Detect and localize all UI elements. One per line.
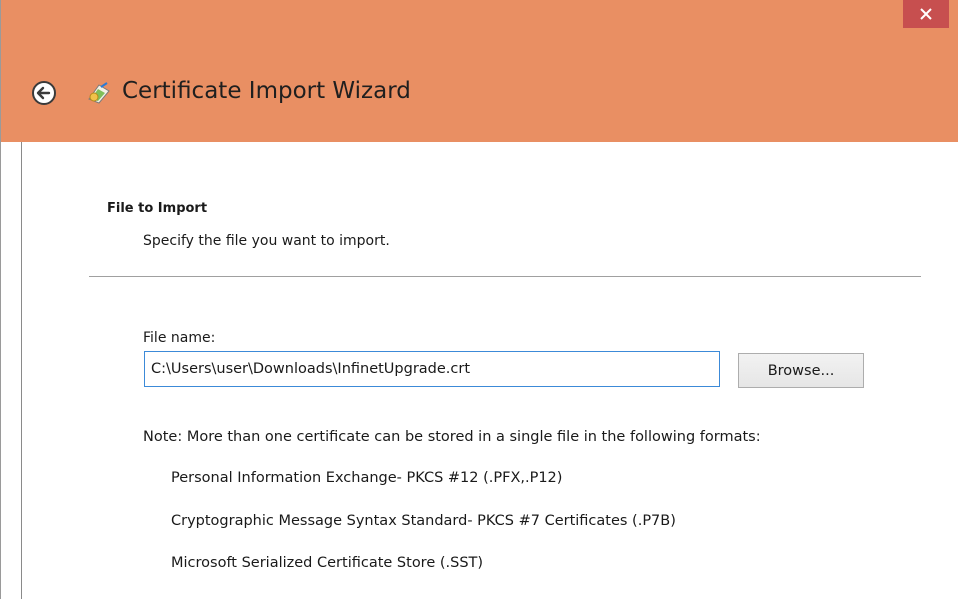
format-item-pfx: Personal Information Exchange- PKCS #12 …	[171, 470, 563, 486]
certificate-icon	[85, 79, 113, 107]
browse-button[interactable]: Browse...	[738, 353, 864, 388]
header-divider	[89, 276, 921, 277]
format-item-p7b: Cryptographic Message Syntax Standard- P…	[171, 513, 676, 529]
wizard-header: Certificate Import Wizard	[1, 42, 958, 142]
format-item-sst: Microsoft Serialized Certificate Store (…	[171, 555, 484, 571]
page-title: File to Import	[107, 201, 208, 216]
file-name-label: File name:	[143, 330, 216, 346]
certificate-import-wizard-window: Certificate Import Wizard File to Import…	[0, 0, 958, 599]
file-name-input[interactable]: C:\Users\user\Downloads\InfinetUpgrade.c…	[144, 351, 720, 387]
title-bar	[1, 0, 958, 42]
close-icon	[920, 8, 932, 20]
page-subtitle: Specify the file you want to import.	[143, 233, 390, 249]
formats-note: Note: More than one certificate can be s…	[143, 429, 761, 445]
back-arrow-icon	[32, 81, 56, 105]
wizard-title: Certificate Import Wizard	[122, 78, 411, 104]
close-button[interactable]	[903, 0, 949, 28]
back-button[interactable]	[31, 80, 57, 106]
